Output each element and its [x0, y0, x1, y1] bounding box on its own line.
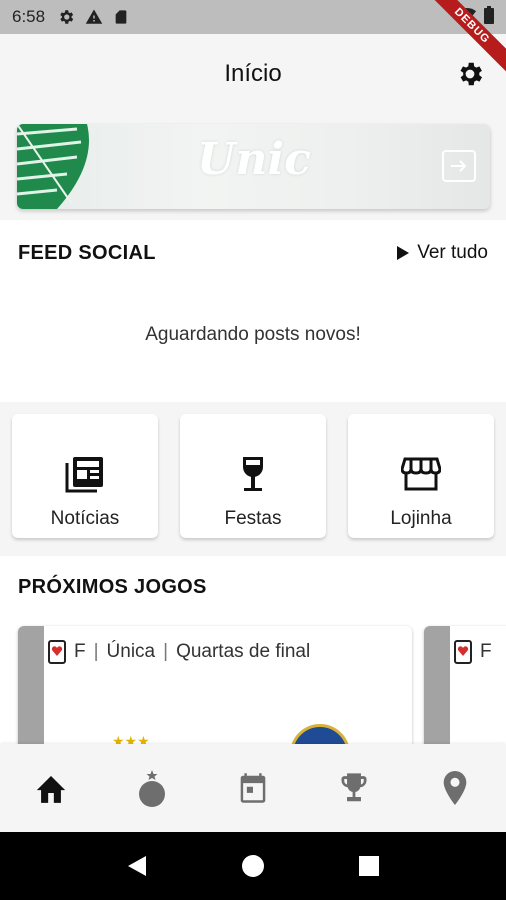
separator: | — [93, 641, 99, 662]
system-nav-bar — [0, 832, 506, 900]
battery-icon — [484, 5, 494, 29]
ball-icon — [138, 770, 165, 807]
page-title: Início — [224, 60, 282, 87]
recents-icon[interactable] — [358, 855, 380, 877]
status-bar: 6:58 — [0, 0, 506, 34]
game-info: F — [454, 640, 492, 664]
nav-rankings[interactable] — [324, 758, 384, 818]
shortcut-festas[interactable]: Festas — [180, 414, 326, 538]
calendar-icon — [240, 773, 266, 803]
shortcut-lojinha[interactable]: Lojinha — [348, 414, 494, 538]
game-card[interactable]: F — [424, 626, 506, 744]
game-phase-type: Única — [106, 641, 156, 662]
playing-card-icon — [454, 640, 472, 664]
warning-icon — [85, 8, 103, 26]
leaf-graphic — [17, 124, 89, 209]
svg-text:★★★: ★★★ — [112, 734, 150, 744]
nav-games[interactable] — [122, 758, 182, 818]
newspaper-icon — [65, 454, 105, 494]
shortcut-label: Festas — [224, 508, 282, 529]
settings-button[interactable] — [454, 58, 486, 90]
games-title: PRÓXIMOS JOGOS — [18, 576, 207, 598]
feed-empty-message: Aguardando posts novos! — [145, 324, 361, 345]
trophy-icon — [341, 773, 367, 802]
see-all-button[interactable]: Ver tudo — [397, 242, 488, 264]
promo-banner[interactable]: Unic — [17, 124, 490, 209]
banner-brand: Unic — [197, 134, 311, 185]
game-gender: F — [74, 641, 86, 662]
app-bar: Início — [0, 34, 506, 114]
shortcut-noticias[interactable]: Notícias — [12, 414, 158, 538]
play-arrow-icon — [397, 246, 410, 260]
wifi-icon — [458, 7, 476, 28]
game-gender: F — [480, 641, 492, 662]
home-icon — [36, 775, 65, 803]
nav-home[interactable] — [21, 758, 81, 818]
gear-icon — [460, 62, 482, 86]
back-icon[interactable] — [126, 854, 148, 878]
home-circle-icon[interactable] — [241, 854, 265, 878]
playing-card-icon — [48, 640, 66, 664]
arrow-right-box-icon[interactable] — [442, 150, 476, 182]
separator: | — [163, 641, 169, 662]
storefront-icon — [401, 454, 441, 494]
wine-glass-icon — [240, 454, 266, 494]
shortcuts-row: Notícias Festas Lojinha — [0, 402, 506, 556]
feed-section: FEED SOCIAL Ver tudo Aguardando posts no… — [0, 220, 506, 402]
bottom-nav — [0, 744, 506, 832]
games-section: PRÓXIMOS JOGOS F | Única | Quartas de fi… — [0, 556, 506, 744]
gear-icon — [57, 8, 75, 26]
team-a-crest: ★★★ — [112, 734, 150, 744]
game-info: F | Única | Quartas de final — [48, 640, 310, 664]
game-stage: Quartas de final — [176, 641, 311, 662]
see-all-label: Ver tudo — [417, 242, 488, 263]
team-b-crest — [290, 724, 350, 744]
game-card-accent — [424, 626, 450, 744]
sd-card-icon — [113, 8, 129, 26]
feed-title: FEED SOCIAL — [18, 242, 156, 264]
shortcut-label: Lojinha — [390, 508, 452, 529]
game-card-accent — [18, 626, 44, 744]
nav-calendar[interactable] — [223, 758, 283, 818]
shortcut-label: Notícias — [50, 508, 120, 529]
status-time: 6:58 — [12, 7, 46, 26]
game-card[interactable]: F | Única | Quartas de final ★★★ — [18, 626, 412, 744]
location-pin-icon — [444, 771, 467, 805]
nav-location[interactable] — [425, 758, 485, 818]
